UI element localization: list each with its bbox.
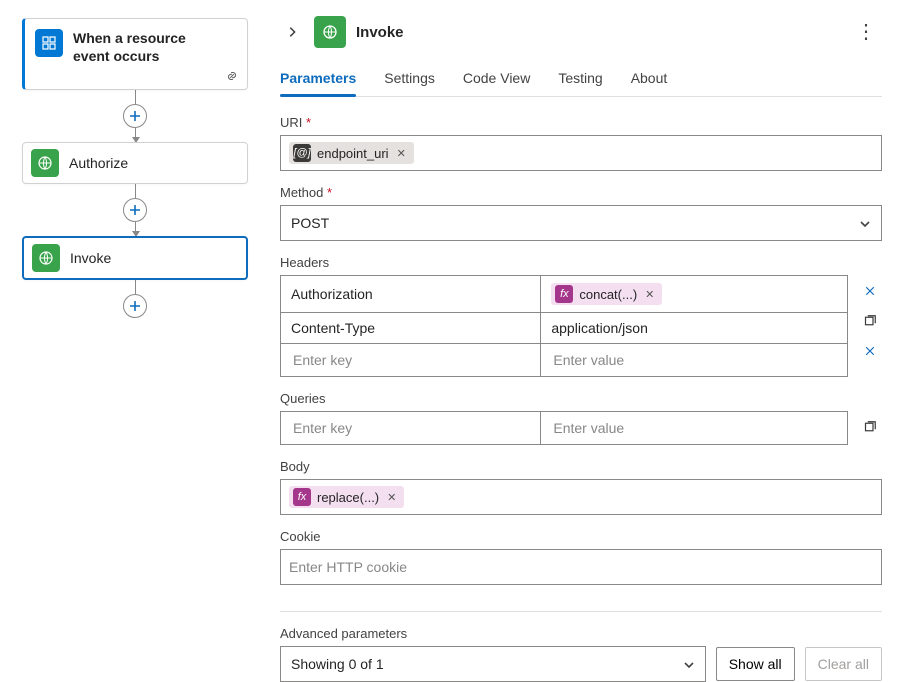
add-step-button[interactable] <box>123 198 147 222</box>
header-value-cell[interactable]: application/json <box>541 313 847 343</box>
parameter-icon: [@] <box>293 144 311 162</box>
show-all-button[interactable]: Show all <box>716 647 795 681</box>
query-key-input[interactable] <box>291 419 530 437</box>
method-label: Method <box>280 185 882 200</box>
method-value: POST <box>291 215 329 231</box>
action-detail-panel: Invoke ⋮ Parameters Settings Code View T… <box>270 0 900 680</box>
panel-tabs: Parameters Settings Code View Testing Ab… <box>280 64 882 97</box>
advanced-value: Showing 0 of 1 <box>291 656 384 672</box>
method-select[interactable]: POST <box>280 205 882 241</box>
flow-connector <box>22 184 248 236</box>
header-key-input[interactable] <box>291 351 530 369</box>
fx-icon: fx <box>293 488 311 506</box>
token-label: endpoint_uri <box>317 146 389 161</box>
queries-table <box>280 411 848 445</box>
section-divider <box>280 611 882 612</box>
tab-about[interactable]: About <box>631 64 668 96</box>
http-icon <box>314 16 346 48</box>
flow-node-title: Authorize <box>69 155 128 171</box>
cookie-input[interactable] <box>289 555 873 579</box>
add-step-button[interactable] <box>123 294 147 318</box>
token-remove-button[interactable]: ✕ <box>395 147 406 160</box>
headers-label: Headers <box>280 255 882 270</box>
tab-settings[interactable]: Settings <box>384 64 435 96</box>
event-grid-icon <box>35 29 63 57</box>
collapse-panel-button[interactable] <box>280 20 304 44</box>
headers-table: Authorization fx concat(...) ✕ Content-T… <box>280 275 848 377</box>
flow-connector <box>22 280 248 318</box>
queries-label: Queries <box>280 391 882 406</box>
token-label: concat(...) <box>579 287 637 302</box>
add-step-button[interactable] <box>123 104 147 128</box>
clear-all-button[interactable]: Clear all <box>805 647 882 681</box>
flow-node-title: When a resource event occurs <box>73 29 203 65</box>
flow-node-trigger[interactable]: When a resource event occurs <box>22 18 248 90</box>
tab-testing[interactable]: Testing <box>558 64 602 96</box>
fx-icon: fx <box>555 285 573 303</box>
body-input[interactable]: fx replace(...) ✕ <box>280 479 882 515</box>
token-endpoint-uri[interactable]: [@] endpoint_uri ✕ <box>289 142 414 164</box>
token-label: replace(...) <box>317 490 379 505</box>
link-icon <box>225 69 239 83</box>
flow-canvas: When a resource event occurs Authorize I… <box>0 0 270 680</box>
header-row: Content-Type application/json <box>281 313 847 344</box>
header-delete-button[interactable] <box>858 339 882 363</box>
token-fx-concat[interactable]: fx concat(...) ✕ <box>551 283 662 305</box>
queries-switch-mode-button[interactable] <box>858 415 882 439</box>
header-key-cell[interactable]: Content-Type <box>281 313 541 343</box>
header-value-cell[interactable]: fx concat(...) ✕ <box>541 276 847 312</box>
tab-parameters[interactable]: Parameters <box>280 64 356 96</box>
token-fx-replace[interactable]: fx replace(...) ✕ <box>289 486 404 508</box>
flow-node-authorize[interactable]: Authorize <box>22 142 248 184</box>
header-delete-button[interactable] <box>858 279 882 303</box>
body-label: Body <box>280 459 882 474</box>
cookie-input-wrap <box>280 549 882 585</box>
chevron-down-icon <box>859 217 871 229</box>
uri-input[interactable]: [@] endpoint_uri ✕ <box>280 135 882 171</box>
flow-connector <box>22 90 248 142</box>
advanced-label: Advanced parameters <box>280 626 882 641</box>
http-icon <box>32 244 60 272</box>
panel-title: Invoke <box>356 24 840 41</box>
token-remove-button[interactable]: ✕ <box>385 491 396 504</box>
http-icon <box>31 149 59 177</box>
panel-more-button[interactable]: ⋮ <box>850 16 882 48</box>
chevron-down-icon <box>683 658 695 670</box>
query-row-empty <box>281 412 847 444</box>
uri-label: URI <box>280 115 882 130</box>
header-key-text: Authorization <box>291 286 373 302</box>
token-remove-button[interactable]: ✕ <box>643 288 654 301</box>
header-row-empty <box>281 344 847 376</box>
header-row: Authorization fx concat(...) ✕ <box>281 276 847 313</box>
header-key-cell[interactable]: Authorization <box>281 276 541 312</box>
query-value-input[interactable] <box>551 419 837 437</box>
header-key-text: Content-Type <box>291 320 375 336</box>
headers-switch-mode-button[interactable] <box>858 309 882 333</box>
flow-node-invoke[interactable]: Invoke <box>22 236 248 280</box>
tab-code-view[interactable]: Code View <box>463 64 530 96</box>
header-value-input[interactable] <box>551 351 837 369</box>
header-value-text: application/json <box>551 320 648 336</box>
flow-node-title: Invoke <box>70 250 111 266</box>
cookie-label: Cookie <box>280 529 882 544</box>
advanced-select[interactable]: Showing 0 of 1 <box>280 646 706 682</box>
